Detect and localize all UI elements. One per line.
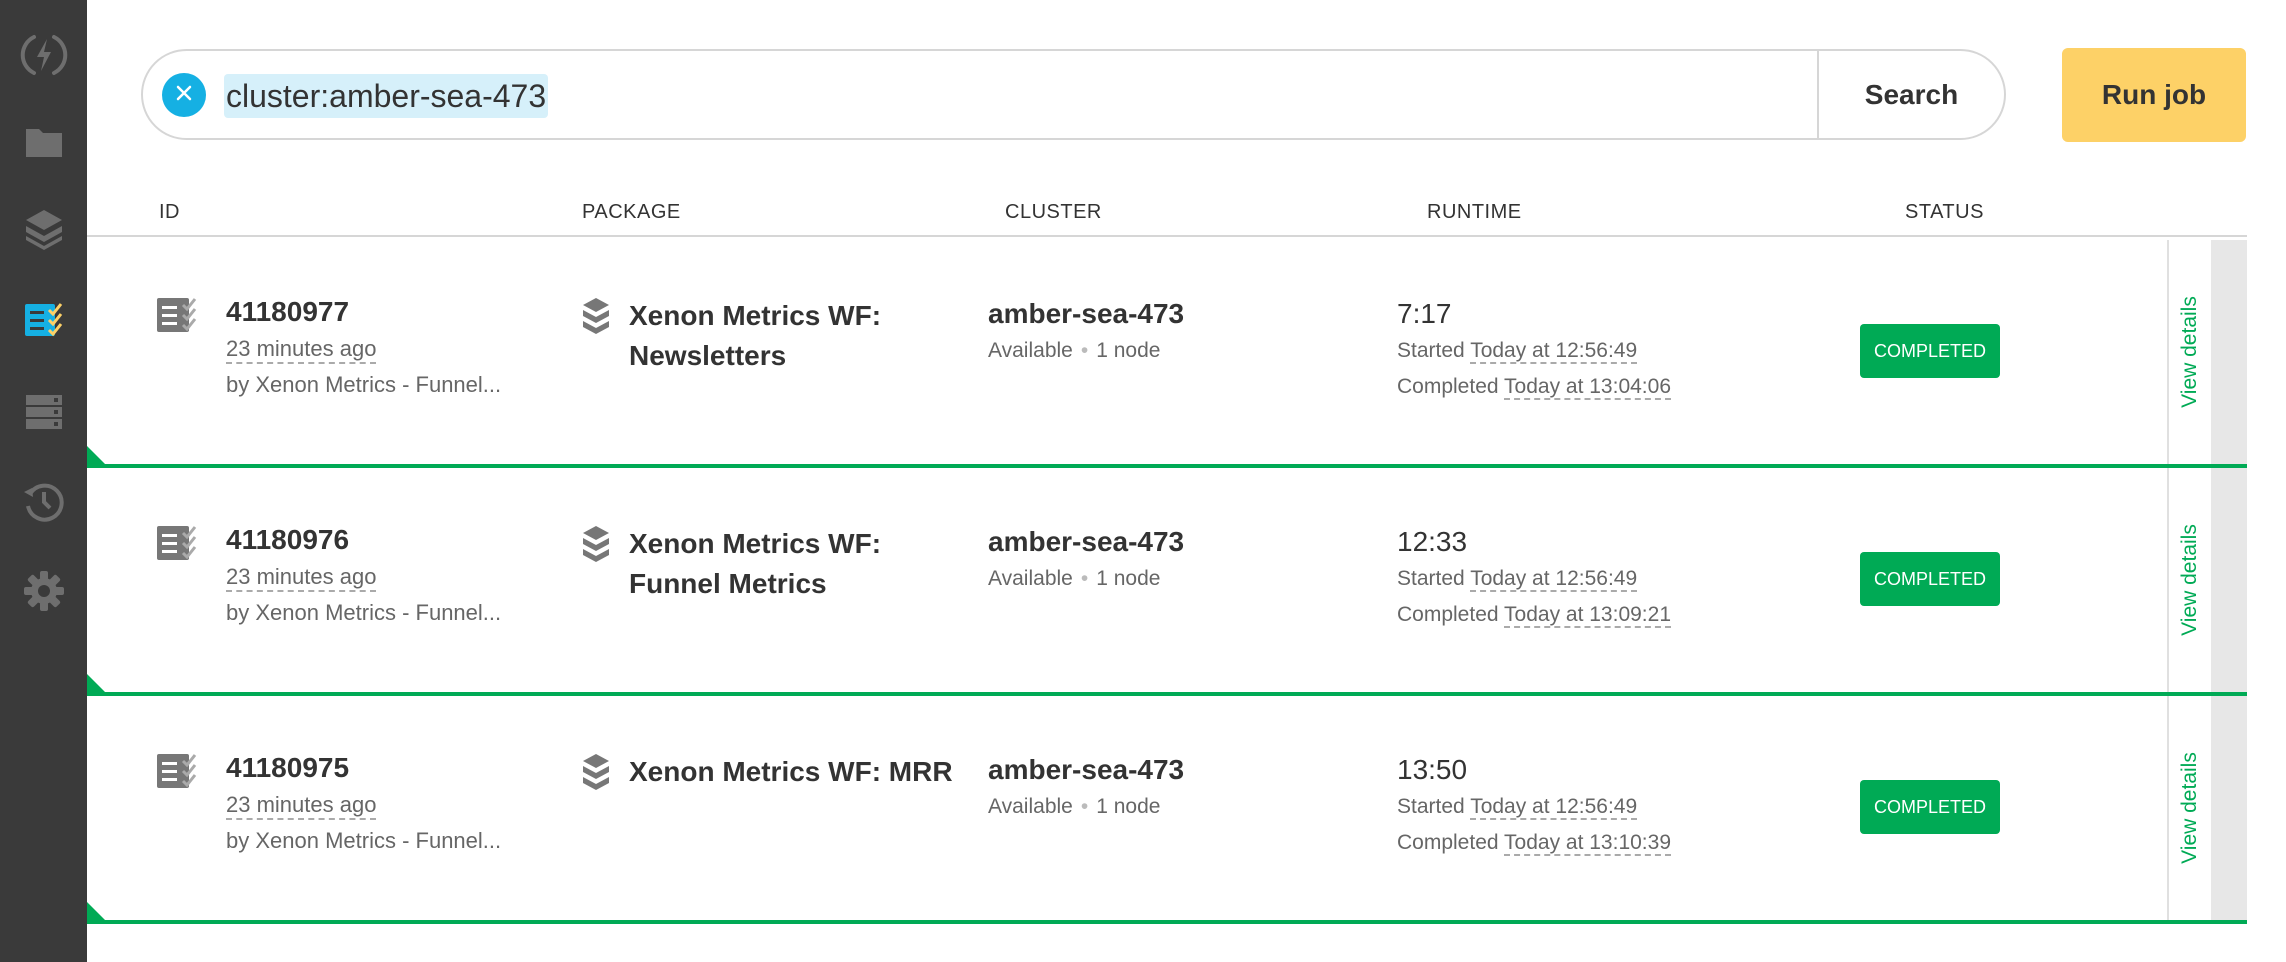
table-header: ID PACKAGE CLUSTER RUNTIME STATUS	[87, 195, 2247, 237]
view-details-link[interactable]: View details	[2167, 696, 2211, 920]
job-owner: by Xenon Metrics - Funnel...	[226, 372, 502, 397]
job-age: 23 minutes ago	[226, 336, 377, 364]
started-time: Today at 12:56:49	[1470, 339, 1638, 364]
completed-time: Today at 13:09:21	[1504, 603, 1671, 628]
cluster-name[interactable]: amber-sea-473	[988, 754, 1184, 786]
completed-time: Today at 13:10:39	[1504, 831, 1671, 856]
job-id[interactable]: 41180976	[226, 524, 349, 556]
row-scroll-track	[2211, 696, 2247, 920]
runtime: 13:50	[1397, 754, 1468, 785]
completed-line: Completed Today at 13:04:06	[1397, 375, 1671, 400]
cluster-nodes: 1 node	[1096, 339, 1161, 362]
table-row[interactable]: 41180976 23 minutes ago by Xenon Metrics…	[87, 468, 2247, 696]
search-button[interactable]: Search	[1819, 51, 2004, 138]
view-details-link[interactable]: View details	[2167, 468, 2211, 692]
clear-search-button[interactable]	[162, 73, 206, 117]
runtime: 7:17	[1397, 298, 1452, 329]
cluster-name[interactable]: amber-sea-473	[988, 298, 1184, 330]
completed-line: Completed Today at 13:09:21	[1397, 603, 1671, 628]
row-scroll-track	[2211, 240, 2247, 464]
history-icon	[22, 480, 66, 524]
cluster-state: Available	[988, 339, 1073, 362]
search-input[interactable]: cluster:amber-sea-473	[224, 74, 549, 118]
job-icon	[157, 752, 201, 795]
package-name[interactable]: Xenon Metrics WF: Funnel Metrics	[629, 524, 959, 604]
job-icon	[157, 296, 201, 339]
table-row[interactable]: 41180977 23 minutes ago by Xenon Metrics…	[87, 240, 2247, 468]
status-badge: COMPLETED	[1860, 324, 2000, 378]
job-icon	[157, 524, 201, 567]
row-corner-marker	[87, 674, 105, 692]
separator-dot: •	[1080, 339, 1089, 362]
nav-history[interactable]	[0, 472, 87, 532]
view-details-label: View details	[2178, 296, 2201, 408]
view-details-label: View details	[2178, 524, 2201, 636]
nav-clusters[interactable]	[0, 382, 87, 442]
runtime: 12:33	[1397, 526, 1468, 557]
job-owner: by Xenon Metrics - Funnel...	[226, 600, 502, 625]
started-line: Started Today at 12:56:49	[1397, 567, 1638, 592]
lightning-icon	[20, 31, 68, 79]
package-icon	[581, 752, 611, 799]
cluster-nodes: 1 node	[1096, 795, 1161, 818]
started-line: Started Today at 12:56:49	[1397, 795, 1638, 820]
packages-icon	[24, 208, 64, 252]
package-name[interactable]: Xenon Metrics WF: MRR	[629, 752, 959, 792]
nav-packages[interactable]	[0, 200, 87, 260]
started-label: Started	[1397, 795, 1465, 818]
cluster-state: Available	[988, 567, 1073, 590]
jobs-icon	[23, 300, 65, 340]
completed-line: Completed Today at 13:10:39	[1397, 831, 1671, 856]
view-details-label: View details	[2178, 752, 2201, 864]
separator-dot: •	[1080, 795, 1089, 818]
row-scroll-track	[2211, 468, 2247, 692]
folder-icon	[24, 125, 64, 159]
nav-jobs[interactable]	[0, 290, 87, 350]
run-job-button[interactable]: Run job	[2062, 48, 2246, 142]
separator-dot: •	[1080, 567, 1089, 590]
started-time: Today at 12:56:49	[1470, 795, 1638, 820]
nav-dashboard[interactable]	[0, 25, 87, 85]
completed-label: Completed	[1397, 603, 1499, 626]
cluster-meta: Available • 1 node	[988, 567, 1160, 591]
started-time: Today at 12:56:49	[1470, 567, 1638, 592]
row-corner-marker	[87, 902, 105, 920]
completed-time: Today at 13:04:06	[1504, 375, 1671, 400]
completed-label: Completed	[1397, 831, 1499, 854]
package-icon	[581, 296, 611, 343]
job-id[interactable]: 41180977	[226, 296, 349, 328]
job-age: 23 minutes ago	[226, 564, 377, 592]
close-icon	[174, 83, 194, 108]
table-row[interactable]: 41180975 23 minutes ago by Xenon Metrics…	[87, 696, 2247, 924]
cluster-nodes: 1 node	[1096, 567, 1161, 590]
job-age: 23 minutes ago	[226, 792, 377, 820]
started-label: Started	[1397, 567, 1465, 590]
column-header-id: ID	[159, 201, 180, 223]
completed-label: Completed	[1397, 375, 1499, 398]
view-details-link[interactable]: View details	[2167, 240, 2211, 464]
started-line: Started Today at 12:56:49	[1397, 339, 1638, 364]
column-header-runtime: RUNTIME	[1427, 201, 1522, 223]
search-bar: cluster:amber-sea-473 Search	[141, 49, 2006, 140]
nav-files[interactable]	[0, 112, 87, 172]
cluster-state: Available	[988, 795, 1073, 818]
nav-settings[interactable]	[0, 561, 87, 621]
column-header-cluster: CLUSTER	[1005, 201, 1102, 223]
package-icon	[581, 524, 611, 571]
cluster-meta: Available • 1 node	[988, 795, 1160, 819]
column-header-package: PACKAGE	[582, 201, 681, 223]
started-label: Started	[1397, 339, 1465, 362]
status-badge: COMPLETED	[1860, 780, 2000, 834]
job-id[interactable]: 41180975	[226, 752, 349, 784]
job-owner: by Xenon Metrics - Funnel...	[226, 828, 502, 853]
cluster-name[interactable]: amber-sea-473	[988, 526, 1184, 558]
sidebar	[0, 0, 87, 962]
package-name[interactable]: Xenon Metrics WF: Newsletters	[629, 296, 959, 376]
row-corner-marker	[87, 446, 105, 464]
status-badge: COMPLETED	[1860, 552, 2000, 606]
gear-icon	[23, 570, 65, 612]
clusters-icon	[24, 393, 64, 431]
cluster-meta: Available • 1 node	[988, 339, 1160, 363]
column-header-status: STATUS	[1905, 201, 1984, 223]
